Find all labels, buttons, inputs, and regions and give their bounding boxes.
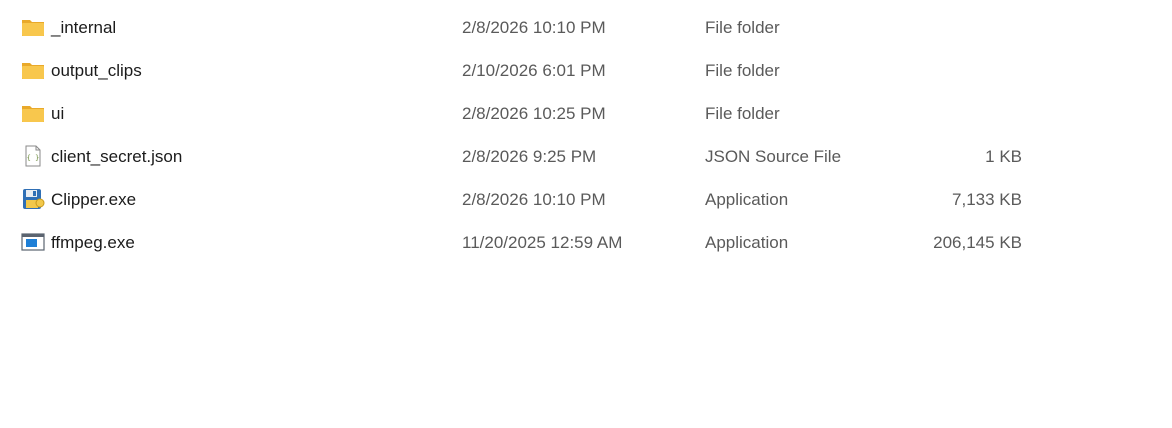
file-type: Application: [705, 190, 789, 209]
file-name: _internal: [51, 18, 117, 37]
file-date-modified: 2/8/2026 9:25 PM: [462, 147, 597, 166]
file-name: output_clips: [51, 61, 142, 80]
file-date-modified: 2/8/2026 10:10 PM: [462, 18, 606, 37]
file-date-modified: 11/20/2025 12:59 AM: [462, 233, 623, 252]
file-name: ui: [51, 104, 65, 123]
svg-text:{ }: { }: [27, 154, 40, 162]
folder-icon: [21, 16, 45, 38]
file-row-ui[interactable]: ui 2/8/2026 10:25 PM File folder: [0, 92, 1172, 135]
file-row-client-secret[interactable]: { } client_secret.json 2/8/2026 9:25 PM …: [0, 135, 1172, 178]
file-type: File folder: [705, 104, 780, 123]
file-size: 1 KB: [985, 147, 1022, 166]
file-list: _internal 2/8/2026 10:10 PM File folder …: [0, 6, 1172, 264]
file-date-modified: 2/8/2026 10:10 PM: [462, 190, 606, 209]
file-name: Clipper.exe: [51, 190, 137, 209]
file-size: 206,145 KB: [933, 233, 1022, 252]
file-type: File folder: [705, 61, 780, 80]
file-row-output-clips[interactable]: output_clips 2/10/2026 6:01 PM File fold…: [0, 49, 1172, 92]
file-type: JSON Source File: [705, 147, 842, 166]
floppy-disk-icon: [21, 188, 45, 210]
application-window-icon: [21, 231, 45, 253]
file-row-ffmpeg[interactable]: ffmpeg.exe 11/20/2025 12:59 AM Applicati…: [0, 221, 1172, 264]
file-row-clipper[interactable]: Clipper.exe 2/8/2026 10:10 PM Applicatio…: [0, 178, 1172, 221]
file-name: ffmpeg.exe: [51, 233, 135, 252]
folder-icon: [21, 102, 45, 124]
file-date-modified: 2/10/2026 6:01 PM: [462, 61, 606, 80]
file-date-modified: 2/8/2026 10:25 PM: [462, 104, 606, 123]
json-file-icon: { }: [21, 145, 45, 167]
file-type: File folder: [705, 18, 780, 37]
file-name: client_secret.json: [51, 147, 183, 166]
file-type: Application: [705, 233, 789, 252]
file-row-internal[interactable]: _internal 2/8/2026 10:10 PM File folder: [0, 6, 1172, 49]
file-size: 7,133 KB: [952, 190, 1022, 209]
folder-icon: [21, 59, 45, 81]
